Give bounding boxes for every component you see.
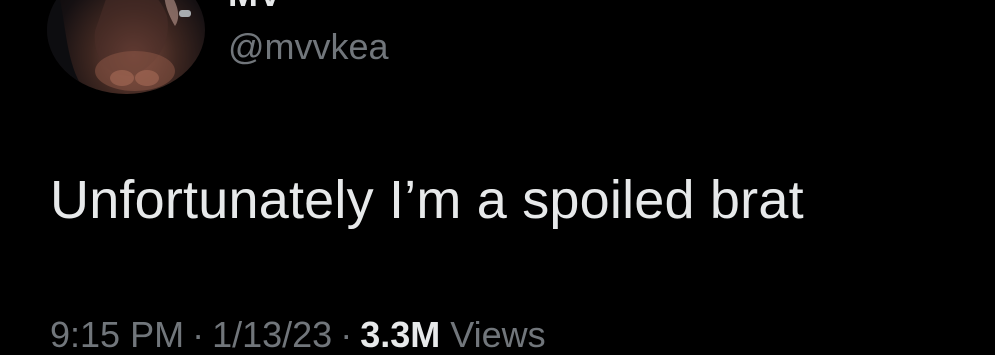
meta-separator: · xyxy=(340,314,353,355)
avatar[interactable] xyxy=(47,0,205,94)
profile-photo-icon xyxy=(47,0,191,94)
meta-separator: · xyxy=(192,314,205,355)
tweet-text: Unfortunately I’m a spoiled brat xyxy=(50,170,804,230)
author-display-name[interactable]: MV xyxy=(228,0,282,12)
views-label: Views xyxy=(450,314,546,355)
tweet-time[interactable]: 9:15 PM xyxy=(50,314,184,355)
tweet-meta: 9:15 PM · 1/13/23 · 3.3M Views xyxy=(50,315,546,355)
views-count: 3.3M xyxy=(360,314,441,355)
author-handle[interactable]: @mvvkea xyxy=(228,27,389,67)
tweet-date[interactable]: 1/13/23 xyxy=(212,314,332,355)
